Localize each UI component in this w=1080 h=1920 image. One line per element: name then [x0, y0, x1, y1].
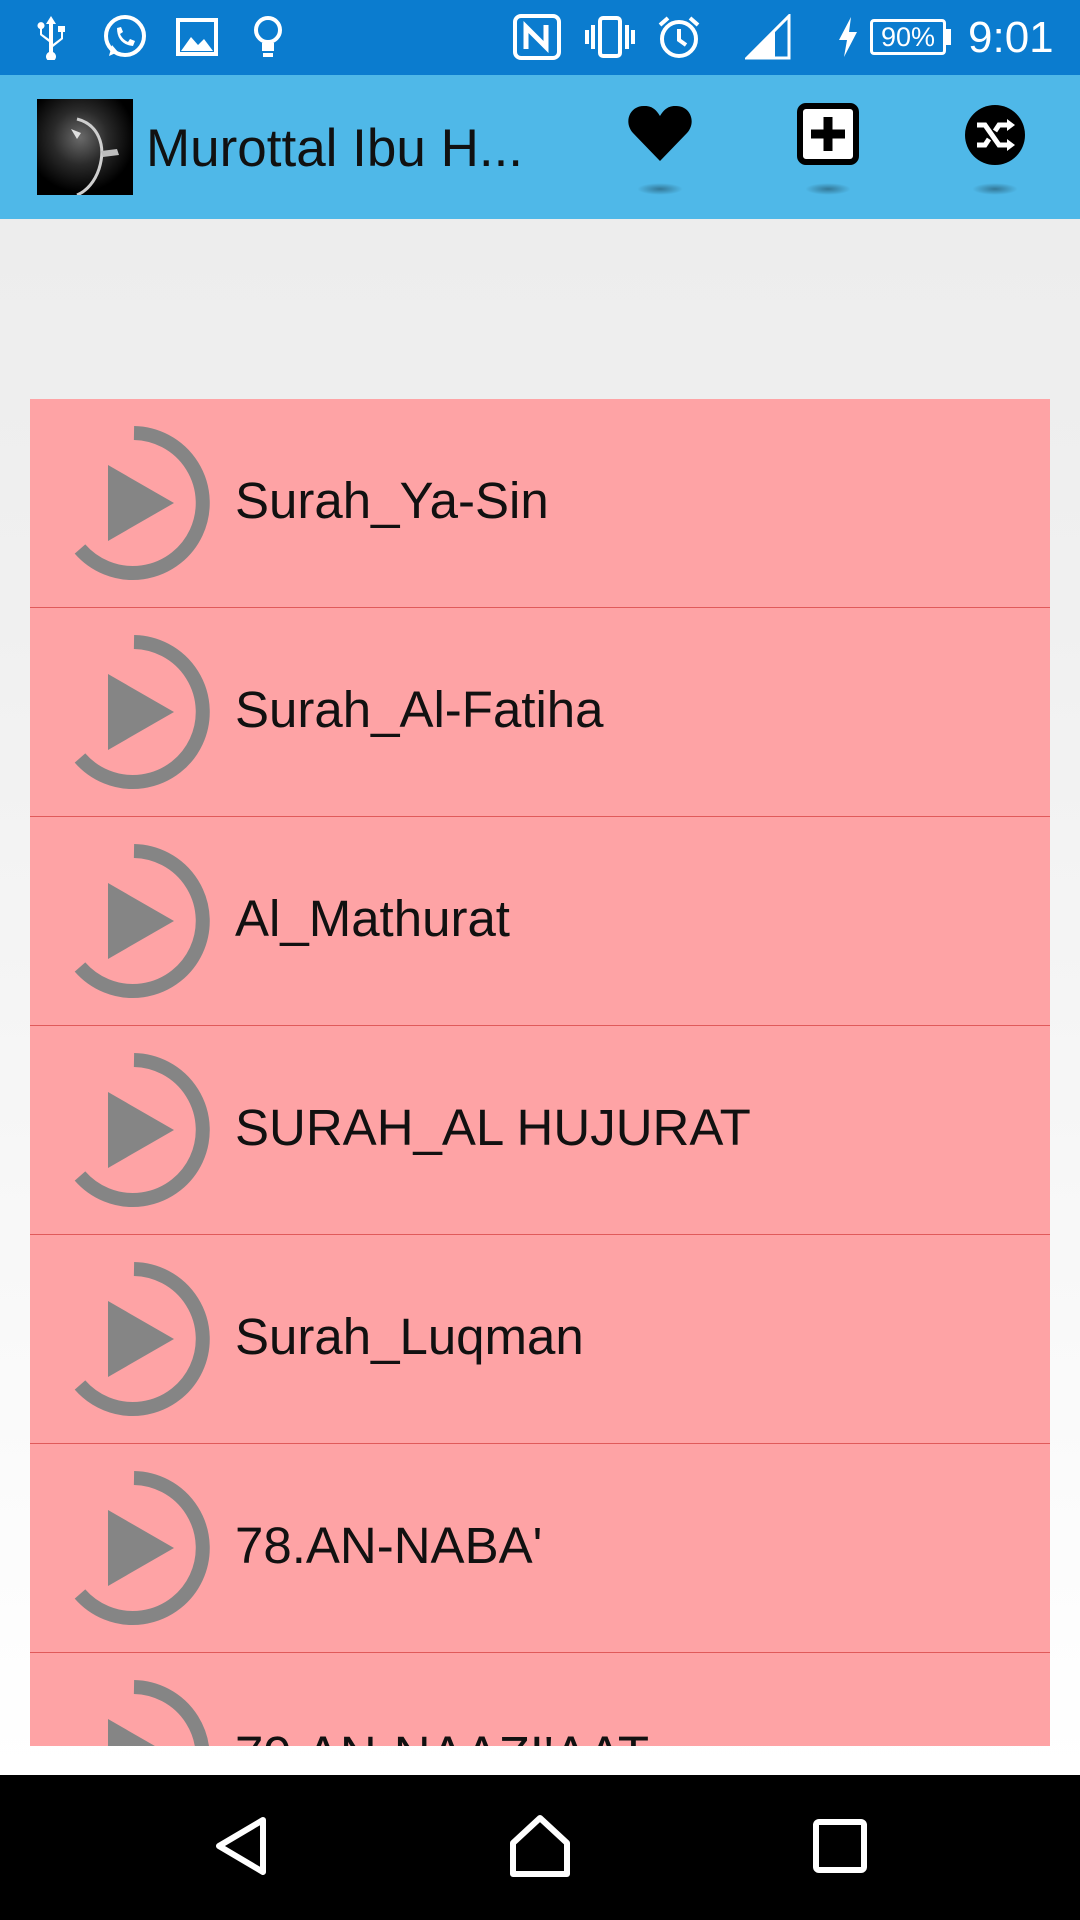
recent-apps-icon: [812, 1818, 868, 1879]
alarm-icon: [655, 12, 703, 62]
home-icon: [507, 1813, 573, 1884]
image-icon: [175, 12, 219, 62]
play-icon[interactable]: [52, 1048, 216, 1212]
list-item[interactable]: Al_Mathurat: [30, 817, 1050, 1026]
play-icon[interactable]: [52, 1675, 216, 1746]
back-button[interactable]: [191, 1803, 291, 1893]
button-shadow: [637, 183, 683, 195]
vibrate-icon: [582, 12, 638, 62]
track-list[interactable]: Surah_Ya-Sin Surah_Al-Fatiha Al_Mathurat…: [30, 399, 1050, 1746]
status-bar: 90% 9:01: [0, 0, 1080, 75]
list-item[interactable]: SURAH_AL HUJURAT: [30, 1026, 1050, 1235]
list-item[interactable]: Surah_Luqman: [30, 1235, 1050, 1444]
track-title: 78.AN-NABA': [235, 1517, 543, 1574]
navigation-bar: [0, 1775, 1080, 1920]
signal-icon: [745, 12, 791, 62]
screen: 90% 9:01 Murottal Ibu H... Surah_Ya-Sin …: [0, 0, 1080, 1920]
whatsapp-icon: [100, 12, 150, 62]
track-title: Surah_Ya-Sin: [235, 472, 549, 529]
battery-tip: [946, 29, 951, 45]
list-item[interactable]: Surah_Ya-Sin: [30, 399, 1050, 608]
play-icon[interactable]: [52, 630, 216, 794]
shuffle-button[interactable]: [950, 103, 1040, 199]
track-title: Surah_Luqman: [235, 1308, 584, 1365]
play-icon[interactable]: [52, 839, 216, 1003]
favorite-heart-icon: [627, 103, 693, 168]
nfc-icon: [512, 12, 562, 62]
add-box-icon: [797, 103, 859, 170]
track-title: SURAH_AL HUJURAT: [235, 1099, 751, 1156]
add-button[interactable]: [783, 103, 873, 199]
recent-apps-button[interactable]: [790, 1803, 890, 1893]
play-icon[interactable]: [52, 1466, 216, 1630]
track-title: Surah_Al-Fatiha: [235, 681, 604, 738]
track-title: Al_Mathurat: [235, 890, 510, 947]
list-item[interactable]: 78.AN-NABA': [30, 1444, 1050, 1653]
home-button[interactable]: [490, 1803, 590, 1893]
back-icon: [211, 1814, 271, 1883]
app-bar: Murottal Ibu H...: [0, 75, 1080, 219]
battery-level: 90%: [870, 19, 946, 55]
play-icon[interactable]: [52, 1257, 216, 1421]
button-shadow: [972, 183, 1018, 195]
usb-icon: [34, 12, 68, 62]
lightbulb-icon: [250, 12, 286, 62]
clock: 9:01: [968, 13, 1054, 62]
track-title: 79.AN-NAAZI'AAT: [235, 1721, 649, 1746]
shuffle-icon: [963, 103, 1027, 172]
list-item[interactable]: 79.AN-NAAZI'AAT: [30, 1653, 1050, 1746]
play-icon[interactable]: [52, 421, 216, 585]
app-title: Murottal Ibu H...: [146, 119, 524, 178]
list-item[interactable]: Surah_Al-Fatiha: [30, 608, 1050, 817]
charging-icon: [835, 12, 861, 62]
favorites-button[interactable]: [615, 103, 705, 199]
button-shadow: [805, 183, 851, 195]
app-logo[interactable]: [37, 99, 133, 195]
